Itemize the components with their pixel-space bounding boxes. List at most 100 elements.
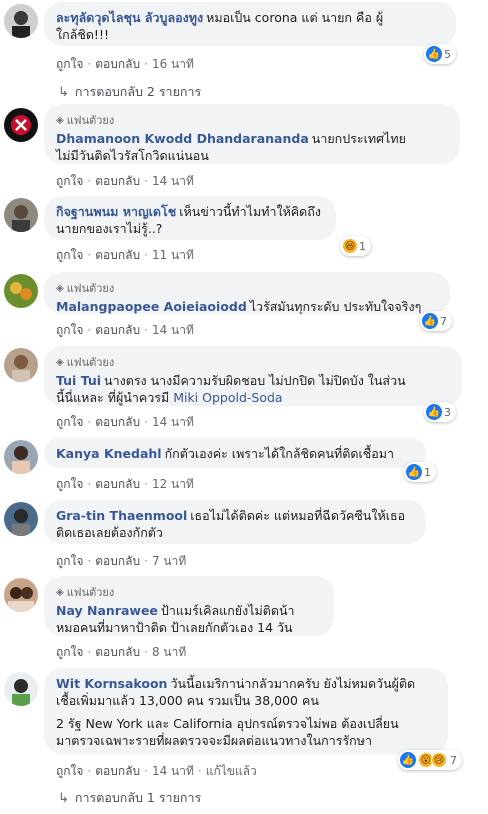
- reply-arrow-icon: ↳: [58, 84, 69, 100]
- timestamp[interactable]: 14 นาที: [152, 413, 194, 432]
- avatar[interactable]: [4, 440, 38, 474]
- comment-author[interactable]: Kanya Knedahl: [56, 446, 162, 461]
- comment-author[interactable]: Tui Tui: [56, 373, 101, 388]
- view-replies-link[interactable]: ↳ การตอบกลับ 2 รายการ: [58, 82, 201, 102]
- reaction-badge[interactable]: 👍 😮 😢 7: [398, 750, 462, 770]
- comment-author[interactable]: Dhamanoon Kwodd Dhandarananda: [56, 131, 309, 146]
- comment-text: ติดเธอเลยต้องกักตัว: [56, 525, 163, 540]
- reaction-count: 5: [444, 47, 451, 61]
- fan-badge: ◈ แฟนตัวยง: [56, 586, 115, 599]
- comment-text: หมอเป็น corona แต่ นายก คือ ผู้: [206, 10, 384, 25]
- reply-link[interactable]: ตอบกลับ: [95, 172, 140, 191]
- comment-actions: ถูกใจ · ตอบกลับ · 11 นาที: [56, 246, 194, 265]
- timestamp[interactable]: 14 นาที: [152, 321, 194, 340]
- like-link[interactable]: ถูกใจ: [56, 475, 83, 494]
- reply-link[interactable]: ตอบกลับ: [95, 246, 140, 265]
- reaction-count: 7: [450, 753, 457, 767]
- reaction-badge[interactable]: 👍 5: [424, 44, 456, 64]
- avatar[interactable]: [4, 4, 38, 38]
- reaction-badge[interactable]: 👍 3: [424, 402, 456, 422]
- comment-author[interactable]: ละทุลัดวุดไลชุน ลัวบูลองทูง: [56, 10, 203, 25]
- comment-author[interactable]: Gra-tin Thaenmool: [56, 508, 187, 523]
- like-link[interactable]: ถูกใจ: [56, 246, 83, 265]
- comment-author[interactable]: Wit Kornsakoon: [56, 676, 167, 691]
- comment-text: หมอคนที่มาหาป้าติด ป้าเลยกักตัวเอง 14 วั…: [56, 620, 293, 635]
- view-replies-link[interactable]: ↳ การตอบกลับ 1 รายการ: [58, 788, 201, 808]
- comment-text: นางตรง นางมีความรับผิดชอบ ไม่ปกปิด ไม่ปิ…: [104, 373, 406, 388]
- mention-link[interactable]: Miki Oppold-Soda: [173, 390, 282, 405]
- like-link[interactable]: ถูกใจ: [56, 413, 83, 432]
- comment-text: กักตัวเองค่ะ เพราะได้ใกล้ชิดคนที่ติดเชื้…: [164, 446, 395, 461]
- comment-actions: ถูกใจ · ตอบกลับ · 14 นาที: [56, 413, 194, 432]
- comment-text: ใกล้ชิด!!!: [56, 27, 109, 42]
- comment-text: นี้นี่แหละ ที่ผู้นำควรมี: [56, 390, 170, 405]
- reply-link[interactable]: ตอบกลับ: [95, 475, 140, 494]
- timestamp[interactable]: 16 นาที: [152, 55, 194, 74]
- reaction-count: 1: [359, 239, 366, 253]
- comment-text: มาตรวจเฉพาะรายที่ผลตรวจจะมีผลต่อแนวทางใน…: [56, 733, 373, 748]
- like-link[interactable]: ถูกใจ: [56, 552, 83, 571]
- like-icon: 👍: [400, 752, 416, 768]
- avatar[interactable]: [4, 198, 38, 232]
- fan-badge: ◈ แฟนตัวยง: [56, 356, 115, 369]
- edited-label[interactable]: แก้ไขแล้ว: [206, 762, 257, 781]
- timestamp[interactable]: 11 นาที: [152, 246, 194, 265]
- timestamp[interactable]: 7 นาที: [152, 552, 186, 571]
- comment-actions: ถูกใจ · ตอบกลับ · 16 นาที: [56, 55, 194, 74]
- like-icon: 👍: [422, 313, 438, 329]
- comment-actions: ถูกใจ · ตอบกลับ · 8 นาที: [56, 643, 186, 662]
- comment-bubble: ละทุลัดวุดไลชุน ลัวบูลองทูง หมอเป็น coron…: [44, 2, 456, 46]
- like-link[interactable]: ถูกใจ: [56, 55, 83, 74]
- comment-bubble: Wit Kornsakoon วันนี้อเมริกาน่ากลัวมากครั…: [44, 668, 448, 754]
- diamond-icon: ◈: [56, 356, 64, 368]
- timestamp[interactable]: 14 นาที: [152, 172, 194, 191]
- like-icon: 👍: [426, 46, 442, 62]
- like-link[interactable]: ถูกใจ: [56, 321, 83, 340]
- reply-link[interactable]: ตอบกลับ: [95, 55, 140, 74]
- comment-text: ป้าแมร์เคิลแกยังไม่ติดน้า: [160, 603, 295, 618]
- comment-actions: ถูกใจ · ตอบกลับ · 12 นาที: [56, 475, 194, 494]
- comment-bubble: กิจฐานพนม หาญเดโช เห็นข่าวนี้ทำไมทำให้คิด…: [44, 196, 336, 240]
- timestamp[interactable]: 8 นาที: [152, 643, 186, 662]
- like-link[interactable]: ถูกใจ: [56, 762, 83, 781]
- avatar[interactable]: [4, 348, 38, 382]
- comment-author[interactable]: Malangpaopee Aoieiaoiodd: [56, 299, 247, 314]
- avatar[interactable]: [4, 672, 38, 706]
- reply-link[interactable]: ตอบกลับ: [95, 413, 140, 432]
- like-link[interactable]: ถูกใจ: [56, 172, 83, 191]
- comment-text: ไม่มีวันติดไวรัสโกวิดแน่นอน: [56, 148, 209, 163]
- comment-text: วันนี้อเมริกาน่ากลัวมากครับ ยังไม่หมดวัน…: [170, 676, 416, 691]
- diamond-icon: ◈: [56, 282, 64, 294]
- reaction-badge[interactable]: 👍 1: [404, 462, 436, 482]
- timestamp[interactable]: 12 นาที: [152, 475, 194, 494]
- replies-count: การตอบกลับ 1 รายการ: [74, 790, 202, 805]
- comment-author[interactable]: กิจฐานพนม หาญเดโช: [56, 204, 176, 219]
- sad-icon: 😢: [431, 752, 447, 768]
- reaction-badge[interactable]: 😆 1: [340, 236, 371, 256]
- reply-link[interactable]: ตอบกลับ: [95, 643, 140, 662]
- comment-actions: ถูกใจ · ตอบกลับ · 14 นาที: [56, 321, 194, 340]
- like-link[interactable]: ถูกใจ: [56, 643, 83, 662]
- avatar[interactable]: [4, 108, 38, 142]
- reply-link[interactable]: ตอบกลับ: [95, 762, 140, 781]
- comment-text: ไวรัสมันทุกระดับ ประทับใจจริงๆ: [249, 299, 422, 314]
- replies-count: การตอบกลับ 2 รายการ: [74, 84, 202, 99]
- reply-arrow-icon: ↳: [58, 790, 69, 806]
- avatar[interactable]: [4, 578, 38, 612]
- comment-bubble: Kanya Knedahl กักตัวเองค่ะ เพราะได้ใกล้ชิ…: [44, 438, 426, 468]
- timestamp[interactable]: 14 นาที: [152, 762, 194, 781]
- comment-actions: ถูกใจ · ตอบกลับ · 14 นาที · แก้ไขแล้ว: [56, 762, 257, 781]
- like-icon: 👍: [406, 464, 422, 480]
- avatar[interactable]: [4, 502, 38, 536]
- reply-link[interactable]: ตอบกลับ: [95, 552, 140, 571]
- reply-link[interactable]: ตอบกลับ: [95, 321, 140, 340]
- comment-text: เธอไม่ได้ติดค่ะ แต่หมอที่ฉีดวัคซีนให้เธอ: [190, 508, 406, 523]
- reaction-badge[interactable]: 👍 7: [420, 311, 452, 331]
- reaction-count: 3: [444, 405, 451, 419]
- comment-bubble: ◈ แฟนตัวยง Nay Nanrawee ป้าแมร์เคิลแกยังไม…: [44, 576, 334, 636]
- fan-badge: ◈ แฟนตัวยง: [56, 282, 115, 295]
- avatar[interactable]: [4, 274, 38, 308]
- comment-bubble: ◈ แฟนตัวยง Dhamanoon Kwodd Dhandarananda น…: [44, 104, 460, 164]
- comment-text: นายกของเราไม่รู้..?: [56, 221, 163, 236]
- comment-author[interactable]: Nay Nanrawee: [56, 603, 158, 618]
